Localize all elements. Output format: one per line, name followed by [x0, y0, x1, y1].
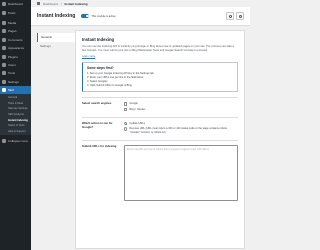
user-icon — [2, 62, 6, 67]
steps-list: 1. Set up your Google Indexing API key i… — [87, 72, 233, 88]
sidebar-item[interactable]: Comments — [0, 36, 31, 44]
settings-panel: Instant Indexing You can use the Indexin… — [75, 30, 245, 249]
google-action-row: Which action to run for Google? Update U… — [82, 117, 238, 140]
sidebar-item-label: Users — [8, 62, 16, 67]
sidebar-item-label: Plugins — [8, 54, 18, 59]
breadcrumb-current: Instant Indexing — [64, 1, 88, 6]
sidebar-item[interactable]: Posts — [0, 8, 31, 16]
sidebar-item-label: Appearance — [8, 46, 25, 51]
sidebar-item[interactable]: SEO — [0, 85, 31, 95]
page-title: Instant Indexing — [37, 13, 76, 19]
bing-option-label: Bing / Yandex — [129, 107, 146, 111]
google-checkbox[interactable] — [124, 102, 128, 106]
tab-general[interactable]: General — [37, 33, 75, 42]
module-toggle-label: This module is active — [91, 14, 116, 18]
search-engines-row: Select search engines Google Bing / Yand… — [82, 97, 238, 117]
brush-icon — [2, 46, 6, 51]
submit-urls-field: Enter one URL per line to submit them to… — [124, 145, 238, 202]
action-option-update: Update URLs — [124, 122, 238, 126]
google-option-label: Google — [129, 102, 138, 106]
breadcrumb-parent[interactable]: Dashboard — [43, 2, 58, 6]
sidebar-item-label: Pages — [8, 29, 17, 34]
google-action-label: Which action to run for Google? — [82, 121, 113, 129]
steps-notice: Some steps first? 1. Set up your Google … — [82, 62, 238, 93]
main-area: Dashboard / Instant Indexing Instant Ind… — [31, 0, 250, 250]
sidebar-item-label: Settings — [8, 79, 19, 84]
sidebar-item-label: Comments — [8, 37, 23, 42]
search-engines-options: Google Bing / Yandex — [124, 102, 238, 113]
sidebar-item-label: SEO — [8, 88, 15, 93]
dashboard-icon — [2, 2, 6, 7]
help-button[interactable] — [226, 12, 234, 20]
sidebar-item[interactable]: Dashboard — [0, 0, 31, 8]
collapse-icon — [2, 138, 6, 143]
sidebar-item-label: Dashboard — [8, 2, 23, 7]
panel-title: Instant Indexing — [82, 37, 115, 42]
plug-icon — [2, 54, 6, 59]
media-icon — [2, 20, 6, 25]
sidebar-item-label: Media — [8, 20, 17, 25]
page-header: Instant Indexing This module is active — [31, 7, 250, 26]
seo-submenu: General Titles & Meta Sitemap Settings SEO … — [0, 94, 31, 136]
content: General Settings Instant Indexing You ca… — [37, 30, 245, 250]
breadcrumb: Dashboard / Instant Indexing — [31, 0, 250, 7]
settings-tabs: General Settings — [37, 30, 75, 250]
sidebar-item[interactable]: Tools — [0, 69, 31, 77]
pin-icon — [2, 10, 6, 15]
engine-option-google: Google — [124, 102, 238, 106]
google-action-options: Update URLs Remove URL (URL must return … — [124, 122, 238, 136]
urls-textarea[interactable]: Enter one URL per line to submit them to… — [124, 145, 238, 202]
breadcrumb-separator: / — [60, 1, 62, 6]
page-icon — [2, 29, 6, 34]
sidebar-item[interactable]: Media — [0, 19, 31, 27]
sidebar-menu: Dashboard Posts Media Pages Comments Appearan… — [0, 0, 31, 145]
step-item: 4. Click Submit URLs to Google & Bing — [87, 84, 132, 88]
module-toggle[interactable] — [81, 14, 90, 18]
submit-urls-row: Submit URLs for indexing Enter one URL p… — [82, 140, 238, 205]
header-actions — [226, 12, 244, 20]
search-button[interactable] — [236, 12, 244, 20]
sidebar-item[interactable]: Appearance — [0, 44, 31, 52]
engine-option-bing: Bing / Yandex — [124, 107, 238, 111]
home-icon[interactable] — [37, 2, 40, 5]
submit-urls-label: Submit URLs for indexing — [82, 144, 117, 149]
tab-settings[interactable]: Settings — [37, 42, 75, 51]
update-urls-label: Update URLs — [129, 122, 145, 125]
sidebar-item[interactable]: Plugins — [0, 52, 31, 60]
comment-icon — [2, 37, 6, 42]
remove-url-radio[interactable] — [124, 127, 128, 131]
help-icon — [228, 14, 232, 18]
submenu-item[interactable]: Help & Support — [0, 129, 31, 135]
sidebar-item-label: Posts — [8, 10, 16, 15]
search-engines-label: Select search engines — [82, 101, 112, 106]
sidebar-item[interactable]: Settings — [0, 78, 31, 86]
bing-checkbox[interactable] — [124, 107, 128, 111]
notice-title: Some steps first? — [87, 66, 114, 71]
learn-more-link[interactable]: Learn more — [82, 55, 238, 58]
sidebar-item[interactable]: Users — [0, 61, 31, 69]
remove-url-label: Remove URL (URL must return a 404 or 410… — [129, 127, 227, 134]
wrench-icon — [2, 71, 6, 76]
collapse-menu-button[interactable]: Collapse menu — [0, 136, 31, 144]
sidebar-item[interactable]: Pages — [0, 27, 31, 35]
action-option-remove: Remove URL (URL must return a 404 or 410… — [124, 127, 238, 134]
seo-icon — [2, 88, 6, 93]
search-icon — [238, 14, 242, 18]
panel-description: You can use the Indexing API to instantl… — [82, 45, 234, 52]
settings-icon — [2, 79, 6, 84]
sidebar-item-label: Tools — [8, 71, 16, 76]
collapse-menu-label: Collapse menu — [8, 138, 29, 143]
update-urls-radio[interactable] — [124, 122, 128, 126]
admin-sidebar: Dashboard Posts Media Pages Comments Appearan… — [0, 0, 31, 250]
